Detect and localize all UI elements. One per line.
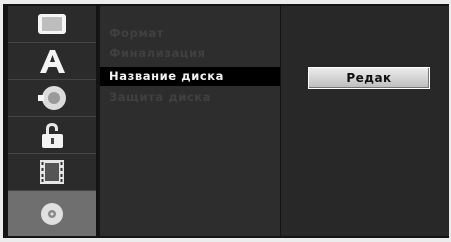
film-reel-icon xyxy=(40,160,64,184)
category-audio[interactable] xyxy=(8,80,96,117)
tv-screen-icon xyxy=(38,14,66,34)
category-language[interactable] xyxy=(8,43,96,80)
padlock-icon xyxy=(42,123,63,148)
language-letter-a-icon xyxy=(40,50,65,73)
menu-item-disc-name[interactable]: Название диска xyxy=(100,67,280,86)
option-panel: Редак xyxy=(281,6,449,236)
category-disc[interactable] xyxy=(8,191,96,236)
category-display[interactable] xyxy=(8,6,96,43)
submenu-list: Формат Финализация Название диска Защита… xyxy=(100,6,280,236)
menu-item-disc-protect[interactable]: Защита диска xyxy=(100,88,280,107)
menu-item-finalize[interactable]: Финализация xyxy=(100,44,280,63)
menu-item-format[interactable]: Формат xyxy=(100,24,280,43)
category-sidebar xyxy=(8,6,96,236)
category-lock[interactable] xyxy=(8,117,96,154)
speaker-audio-icon xyxy=(38,86,66,110)
edit-button[interactable]: Редак xyxy=(308,67,430,89)
category-recording[interactable] xyxy=(8,154,96,191)
disc-icon xyxy=(41,202,63,225)
setup-menu-screen: Формат Финализация Название диска Защита… xyxy=(3,4,449,238)
